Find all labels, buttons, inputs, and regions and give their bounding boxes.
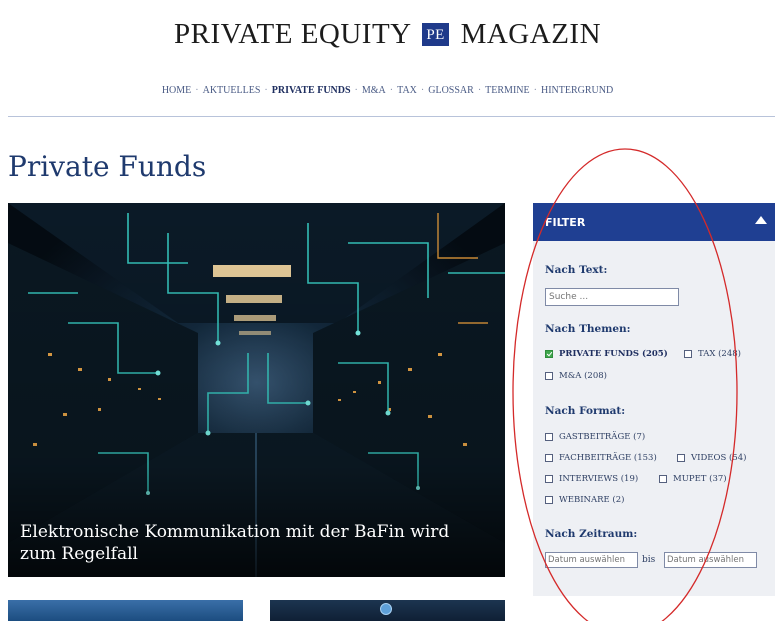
- header-divider: [8, 116, 775, 117]
- nav-item-home[interactable]: HOME: [162, 85, 191, 96]
- nav-separator: ·: [477, 85, 482, 96]
- date-to-input[interactable]: [664, 552, 757, 568]
- nav-item-hintergrund[interactable]: HINTERGRUND: [541, 85, 613, 96]
- format-option-gastbeitraege[interactable]: GASTBEITRÄGE (7): [545, 432, 645, 442]
- filter-panel: FILTER Nach Text: Nach Themen: PRIVATE F…: [533, 203, 775, 596]
- checkbox-icon[interactable]: [684, 350, 692, 358]
- collapse-caret-icon[interactable]: [755, 216, 767, 224]
- format-option-label: GASTBEITRÄGE (7): [559, 432, 646, 442]
- theme-option-label: PRIVATE FUNDS (205): [559, 349, 668, 359]
- format-option-webinare[interactable]: WEBINARE (2): [545, 495, 624, 505]
- format-option-label: MUPET (37): [673, 474, 727, 484]
- nav-item-termine[interactable]: TERMINE: [485, 85, 529, 96]
- format-option-label: FACHBEITRÄGE (153): [559, 453, 657, 463]
- period-filter-label: Nach Zeitraum:: [545, 528, 638, 540]
- format-option-mupet[interactable]: MUPET (37): [659, 474, 727, 484]
- site-logo[interactable]: PRIVATE EQUITY PE MAGAZIN: [0, 18, 775, 51]
- nav-separator: ·: [354, 85, 358, 96]
- checkbox-icon[interactable]: [545, 454, 553, 462]
- checkbox-icon[interactable]: [659, 475, 667, 483]
- logo-badge: PE: [422, 23, 449, 46]
- nav-separator: ·: [195, 85, 199, 96]
- checkbox-checked-icon[interactable]: [545, 350, 553, 358]
- format-option-label: VIDEOS (54): [691, 453, 747, 463]
- site-header: PRIVATE EQUITY PE MAGAZIN HOME · AKTUELLES…: [0, 0, 775, 118]
- checkbox-icon[interactable]: [545, 475, 553, 483]
- search-input[interactable]: [545, 288, 679, 306]
- format-option-label: WEBINARE (2): [559, 495, 625, 505]
- article-thumbnail[interactable]: [8, 600, 243, 621]
- nav-item-m-and-a[interactable]: M&A: [362, 85, 386, 96]
- checkbox-icon[interactable]: [545, 496, 553, 504]
- date-range-separator: bis: [642, 555, 656, 565]
- nav-item-glossar[interactable]: GLOSSAR: [428, 85, 474, 96]
- filter-header[interactable]: FILTER: [533, 203, 775, 241]
- page-title: Private Funds: [8, 150, 207, 183]
- checkbox-icon[interactable]: [545, 433, 553, 441]
- nav-separator: ·: [264, 85, 268, 96]
- text-filter-label: Nach Text:: [545, 264, 608, 276]
- nav-separator: ·: [533, 85, 537, 96]
- nav-separator: ·: [389, 85, 394, 96]
- nav-separator: ·: [420, 85, 425, 96]
- date-from-input[interactable]: [545, 552, 638, 568]
- nav-item-tax[interactable]: TAX: [397, 85, 417, 96]
- theme-option-label: M&A (208): [559, 371, 607, 381]
- nav-item-aktuelles[interactable]: AKTUELLES: [203, 85, 261, 96]
- format-filter-label: Nach Format:: [545, 405, 626, 417]
- themes-filter-label: Nach Themen:: [545, 323, 631, 335]
- format-option-label: INTERVIEWS (19): [559, 474, 639, 484]
- checkbox-icon[interactable]: [545, 372, 553, 380]
- format-option-fachbeitraege[interactable]: FACHBEITRÄGE (153): [545, 453, 657, 463]
- nav-item-private-funds[interactable]: PRIVATE FUNDS: [272, 85, 351, 96]
- theme-option-private-funds[interactable]: PRIVATE FUNDS (205): [545, 349, 668, 359]
- article-thumbnail[interactable]: [270, 600, 505, 621]
- filter-title: FILTER: [545, 216, 586, 229]
- theme-option-tax[interactable]: TAX (248): [684, 349, 741, 359]
- checkbox-icon[interactable]: [677, 454, 685, 462]
- play-icon: [380, 603, 392, 615]
- main-nav: HOME · AKTUELLES · PRIVATE FUNDS · M&A · TAX · GLO…: [0, 85, 775, 96]
- logo-text-left: PRIVATE EQUITY: [173, 18, 411, 50]
- format-option-interviews[interactable]: INTERVIEWS (19): [545, 474, 638, 484]
- theme-option-label: TAX (248): [698, 349, 741, 359]
- theme-option-m-and-a[interactable]: M&A (208): [545, 371, 607, 381]
- format-option-videos[interactable]: VIDEOS (54): [677, 453, 746, 463]
- hero-article-title[interactable]: Elektronische Kommunikation mit der BaFi…: [20, 521, 490, 565]
- hero-article-card[interactable]: Elektronische Kommunikation mit der BaFi…: [8, 203, 505, 577]
- logo-text-right: MAGAZIN: [460, 18, 602, 50]
